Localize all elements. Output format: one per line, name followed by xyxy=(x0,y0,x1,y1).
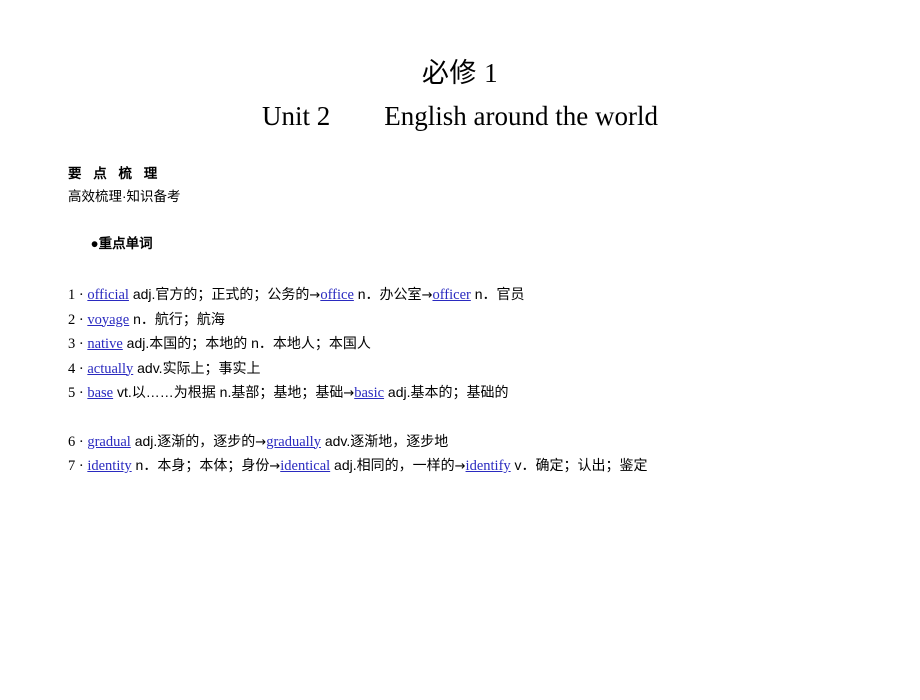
vocabulary-entry: 4 · actually adv.实际上；事实上 xyxy=(68,357,648,382)
entry-separator: · xyxy=(75,360,88,377)
derivation-arrow-icon: → xyxy=(269,459,281,474)
definition-text: n．本身；本体；身份 xyxy=(131,457,270,473)
definition-text: n．办公室 xyxy=(353,286,422,302)
definition-text: adj.逐渐的，逐步的 xyxy=(130,432,256,449)
definition-text: adv.实际上；事实上 xyxy=(133,359,261,376)
definition-text: adj.官方的；正式的；公务的 xyxy=(128,286,310,302)
vocabulary-entry: 5 · base vt.以……为根据 n.基部；基地；基础→basic adj.… xyxy=(68,381,648,406)
derivation-arrow-icon: → xyxy=(454,459,466,474)
derivation-arrow-icon: → xyxy=(421,288,433,303)
entry-separator: · xyxy=(75,433,88,450)
vocabulary-word-link[interactable]: official xyxy=(87,287,129,303)
definition-text: vt.以……为根据 n.基部；基地；基础 xyxy=(113,384,344,400)
group-heading-row: ●重点单词 xyxy=(68,208,648,280)
definition-text: adv.逐渐地，逐步地 xyxy=(320,432,449,449)
definition-text: adj.相同的，一样的 xyxy=(330,457,455,473)
definition-text: adj.基本的；基础的 xyxy=(384,384,509,400)
group-heading-label: 重点单词 xyxy=(98,236,153,251)
page-title-book: 必修 1 xyxy=(421,58,499,88)
vocabulary-word-link[interactable]: voyage xyxy=(87,312,129,328)
vocabulary-word-link[interactable]: officer xyxy=(432,287,470,303)
vocabulary-word-link[interactable]: basic xyxy=(354,385,384,401)
vocabulary-word-link[interactable]: base xyxy=(87,385,113,401)
vocabulary-entry: 1 · official adj.官方的；正式的；公务的→office n．办公… xyxy=(68,283,648,308)
definition-text: adj.本国的；本地的 n．本地人；本国人 xyxy=(122,335,371,351)
derivation-arrow-icon: → xyxy=(343,386,355,401)
entry-separator: · xyxy=(75,311,88,328)
definition-text: n．航行；航海 xyxy=(129,310,225,327)
vocabulary-word-link[interactable]: actually xyxy=(87,361,133,377)
derivation-arrow-icon: → xyxy=(255,434,267,450)
vocabulary-entry: 2 · voyage n．航行；航海 xyxy=(68,308,648,333)
vocabulary-entry: 6 · gradual adj.逐渐的，逐步的→gradually adv.逐渐… xyxy=(68,430,648,455)
vocabulary-word-link[interactable]: identity xyxy=(87,458,131,474)
vocabulary-list: 1 · official adj.官方的；正式的；公务的→office n．办公… xyxy=(68,283,648,479)
vocabulary-word-link[interactable]: gradual xyxy=(87,434,130,450)
vocabulary-word-link[interactable]: gradually xyxy=(266,434,321,450)
vocabulary-word-link[interactable]: office xyxy=(320,287,354,303)
title-block: 必修 1 Unit 2 English around the world xyxy=(0,56,920,136)
vocabulary-word-link[interactable]: identify xyxy=(466,458,511,474)
section-subheading: 高效梳理·知识备考 xyxy=(68,189,181,204)
vocabulary-word-link[interactable]: native xyxy=(87,336,122,352)
content-body: 要 点 梳 理 高效梳理·知识备考 ●重点单词 1 · official adj… xyxy=(68,163,648,479)
bullet-icon: ● xyxy=(90,236,99,251)
page-title-unit: Unit 2 English around the world xyxy=(262,101,658,131)
vocabulary-entry: 7 · identity n．本身；本体；身份→identical adj.相同… xyxy=(68,454,648,479)
entry-separator: · xyxy=(75,336,88,352)
vocabulary-entry: 3 · native adj.本国的；本地的 n．本地人；本国人 xyxy=(68,332,648,357)
entry-separator: · xyxy=(75,287,88,303)
entry-separator: · xyxy=(75,458,88,474)
slide-page: 必修 1 Unit 2 English around the world 要 点… xyxy=(0,0,920,700)
definition-text: v．确定；认出；鉴定 xyxy=(510,457,648,473)
vocabulary-word-link[interactable]: identical xyxy=(280,458,330,474)
section-heading: 要 点 梳 理 xyxy=(68,166,162,181)
entry-separator: · xyxy=(75,385,88,401)
derivation-arrow-icon: → xyxy=(309,288,321,303)
definition-text: n．官员 xyxy=(470,286,525,302)
